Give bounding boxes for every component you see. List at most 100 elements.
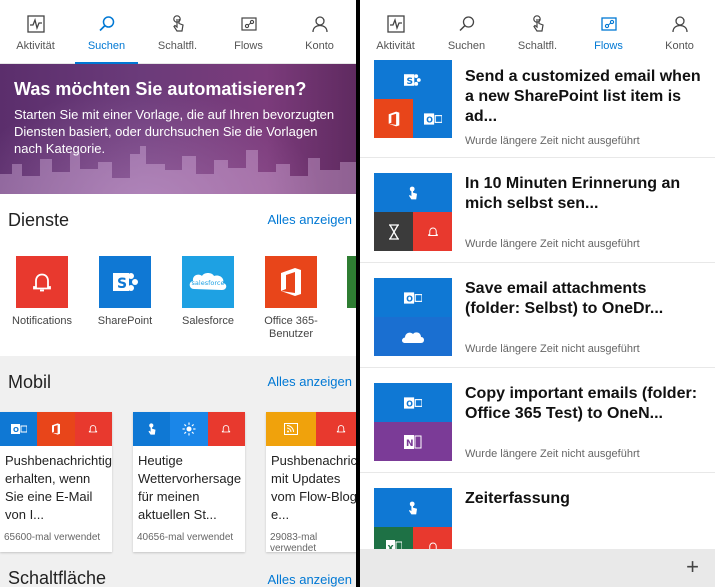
flows-screen: Aktivität Suchen Schaltfl. Flows Konto S… bbox=[360, 0, 715, 587]
flows-icon bbox=[213, 14, 284, 38]
tab-label: Aktivität bbox=[376, 40, 415, 52]
sun-icon bbox=[170, 412, 208, 446]
touch-icon bbox=[502, 14, 573, 38]
bottom-nav-left: Aktivität Suchen Schaltfl. Flows Konto bbox=[0, 0, 356, 64]
tab-label: Schaltfl. bbox=[157, 40, 198, 52]
tab-label: Suchen bbox=[87, 40, 126, 52]
card-usage: 29083-mal verwendet bbox=[270, 532, 318, 554]
flow-item[interactable]: S O Send a customized email when a new S… bbox=[360, 53, 715, 158]
add-flow-button[interactable]: + bbox=[686, 556, 699, 578]
service-notifications[interactable]: Notifications bbox=[2, 256, 82, 328]
activity-icon bbox=[0, 14, 71, 38]
tab-label: Konto bbox=[665, 40, 694, 52]
tab-label: Konto bbox=[305, 40, 334, 52]
office-icon bbox=[37, 412, 75, 446]
account-icon bbox=[644, 14, 715, 38]
tab-label: Suchen bbox=[447, 40, 486, 52]
flow-item[interactable]: O N Copy important emails (folder: Offic… bbox=[360, 368, 715, 473]
flow-title: In 10 Minuten Erinnerung an mich selbst … bbox=[465, 175, 681, 212]
template-card[interactable]: Pushbenachrichtigung mit Updates vom Flo… bbox=[266, 412, 356, 554]
flow-status: Wurde längere Zeit nicht ausgeführt bbox=[465, 448, 640, 460]
flow-title: Save email attachments (folder: Selbst) … bbox=[465, 280, 664, 317]
outlook-icon: O bbox=[0, 412, 38, 446]
tab-label: Schaltfl. bbox=[517, 40, 558, 52]
command-bar: + bbox=[360, 549, 715, 587]
tab-label: Flows bbox=[234, 40, 263, 52]
touch-icon bbox=[374, 173, 452, 212]
button-section-title: Schaltfläche bbox=[8, 568, 107, 587]
card-usage: 65600-mal verwendet bbox=[4, 532, 101, 543]
card-usage: 40656-mal verwendet bbox=[137, 532, 234, 543]
flow-status: Wurde längere Zeit nicht ausgeführt bbox=[465, 238, 640, 250]
services-show-all-link[interactable]: Alles anzeigen bbox=[267, 212, 352, 227]
flow-title: Send a customized email when a new Share… bbox=[465, 68, 701, 125]
template-card[interactable]: Heutige Wettervorhersage für meinen aktu… bbox=[133, 412, 245, 552]
svg-text:O: O bbox=[13, 426, 19, 434]
mobile-show-all-link[interactable]: Alles anzeigen bbox=[267, 374, 352, 389]
service-office365[interactable]: Office 365-Benutzer bbox=[251, 256, 331, 341]
svg-text:S: S bbox=[407, 76, 413, 86]
outlook-icon: O bbox=[374, 278, 452, 317]
search-icon bbox=[431, 14, 502, 38]
office-icon bbox=[374, 99, 413, 138]
bell-icon bbox=[413, 212, 452, 251]
template-card[interactable]: O Pushbenachrichtigung erhalten, wenn Si… bbox=[0, 412, 112, 552]
activity-icon bbox=[360, 14, 431, 38]
outlook-icon: O bbox=[374, 383, 452, 422]
service-next-partial[interactable] bbox=[347, 256, 356, 308]
button-section-show-all-link[interactable]: Alles anzeigen bbox=[267, 572, 352, 587]
svg-text:O: O bbox=[426, 115, 433, 124]
salesforce-icon: salesforce bbox=[182, 256, 234, 308]
sharepoint-icon: S bbox=[374, 60, 452, 99]
service-label: Salesforce bbox=[182, 315, 234, 327]
card-icon-strip bbox=[133, 412, 245, 446]
flow-title: Copy important emails (folder: Office 36… bbox=[465, 385, 698, 422]
search-screen: Aktivität Suchen Schaltfl. Flows Konto W… bbox=[0, 0, 356, 587]
flow-icon-grid: O bbox=[374, 278, 452, 356]
touch-icon bbox=[133, 412, 171, 446]
flow-item[interactable]: In 10 Minuten Erinnerung an mich selbst … bbox=[360, 158, 715, 263]
tab-schaltflaeche[interactable]: Schaltfl. bbox=[142, 0, 213, 64]
office-icon bbox=[265, 256, 317, 308]
hero-banner: Was möchten Sie automatisieren? Starten … bbox=[0, 64, 356, 194]
svg-text:O: O bbox=[406, 399, 413, 408]
mobile-section: Mobil Alles anzeigen O Pushbenachrichtig… bbox=[0, 356, 356, 587]
flow-status: Wurde längere Zeit nicht ausgeführt bbox=[465, 135, 640, 147]
tab-aktivitaet[interactable]: Aktivität bbox=[0, 0, 71, 64]
account-icon bbox=[284, 14, 355, 38]
flow-item[interactable]: O Save email attachments (folder: Selbst… bbox=[360, 263, 715, 368]
bell-icon bbox=[74, 412, 112, 446]
hero-text: Starten Sie mit einer Vorlage, die auf I… bbox=[14, 107, 335, 156]
service-sharepoint[interactable]: S SharePoint bbox=[85, 256, 165, 328]
card-title: Heutige Wettervorhersage für meinen aktu… bbox=[138, 453, 242, 522]
service-label: SharePoint bbox=[97, 315, 153, 327]
card-icon-strip: O bbox=[0, 412, 112, 446]
salesforce-logo-text: salesforce bbox=[192, 279, 225, 287]
tab-label: Flows bbox=[594, 40, 623, 52]
service-label: Office 365-Benutzer bbox=[264, 315, 318, 340]
flows-icon bbox=[573, 14, 644, 38]
svg-text:O: O bbox=[406, 294, 413, 303]
svg-text:N: N bbox=[406, 439, 414, 449]
outlook-icon: O bbox=[413, 99, 452, 138]
tab-konto[interactable]: Konto bbox=[284, 0, 355, 64]
bell-icon bbox=[207, 412, 245, 446]
flow-icon-grid: O N bbox=[374, 383, 452, 461]
services-section: Dienste Alles anzeigen Notifications S S… bbox=[0, 194, 356, 356]
mobile-title: Mobil bbox=[8, 372, 52, 392]
flow-status: Wurde längere Zeit nicht ausgeführt bbox=[465, 343, 640, 355]
sharepoint-icon: S bbox=[99, 256, 151, 308]
tab-suchen[interactable]: Suchen bbox=[71, 0, 142, 64]
onenote-icon: N bbox=[374, 422, 452, 461]
search-icon bbox=[71, 14, 142, 38]
svg-text:S: S bbox=[117, 276, 127, 292]
hourglass-icon bbox=[374, 212, 413, 251]
services-title: Dienste bbox=[8, 210, 70, 230]
touch-icon bbox=[142, 14, 213, 38]
tab-flows[interactable]: Flows bbox=[213, 0, 284, 64]
service-label: Notifications bbox=[12, 315, 72, 327]
rss-icon bbox=[266, 412, 316, 446]
service-salesforce[interactable]: salesforce Salesforce bbox=[168, 256, 248, 328]
card-icon-strip bbox=[266, 412, 356, 446]
flow-title: Zeiterfassung bbox=[465, 490, 570, 507]
